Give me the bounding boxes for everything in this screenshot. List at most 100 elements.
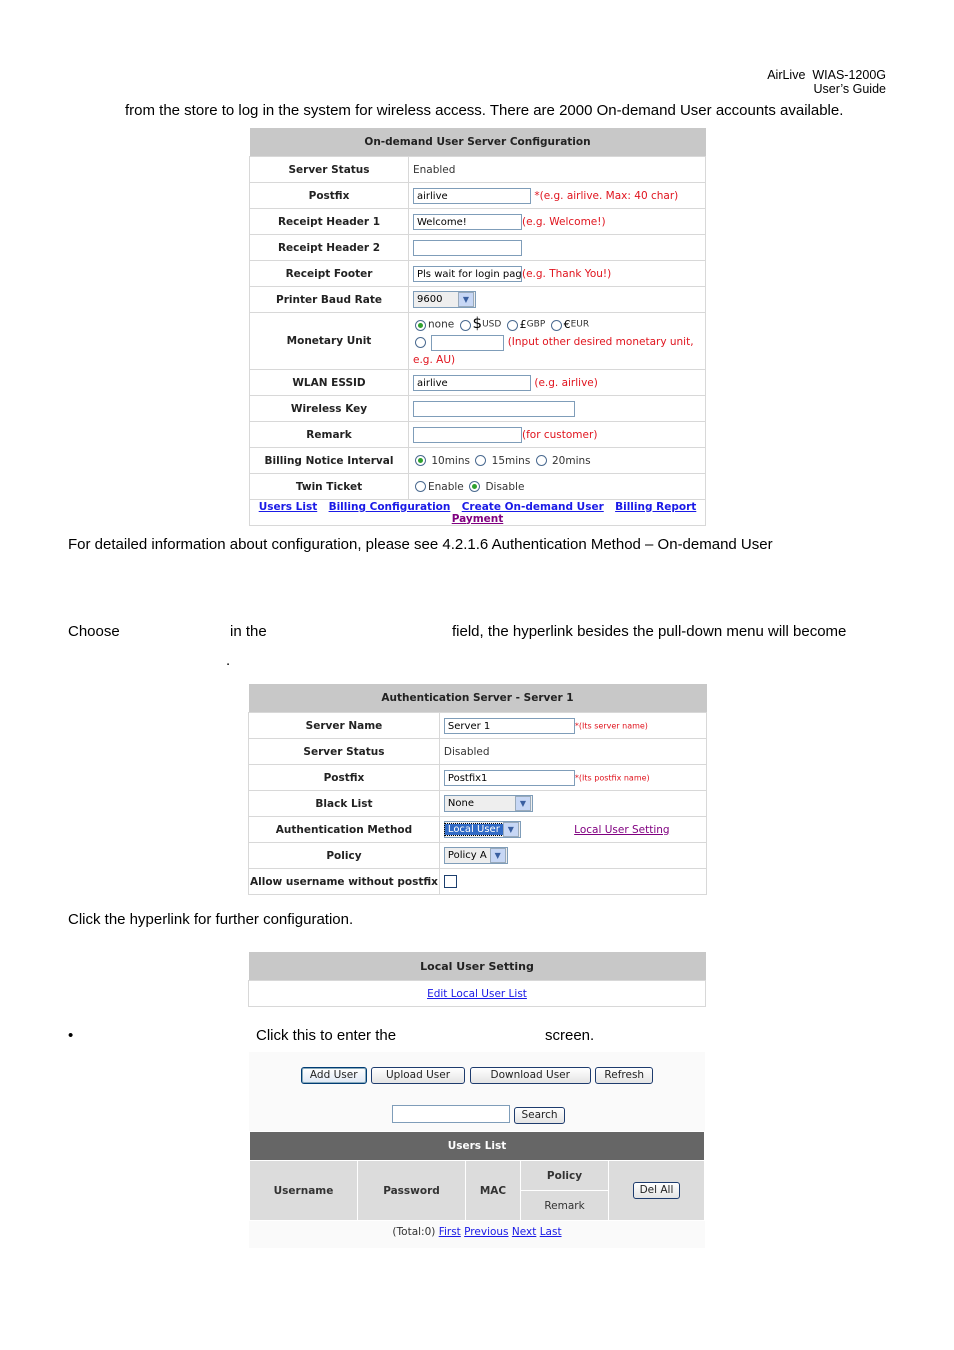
choose-text-3: field, the hyperlink besides the pull-do…: [452, 623, 847, 640]
wireless-key-input[interactable]: [413, 400, 575, 417]
billing-15-radio[interactable]: [475, 455, 487, 466]
monetary-none-radio[interactable]: [415, 319, 426, 331]
allow-without-postfix-checkbox[interactable]: [443, 875, 457, 888]
billing-10-radio[interactable]: [415, 455, 426, 466]
guide-name: User’s Guide: [813, 82, 887, 96]
twin-ticket-label: Twin Ticket: [249, 473, 409, 500]
server-name-label: Server Name: [248, 712, 440, 739]
monetary-unit-label: Monetary Unit: [249, 312, 409, 370]
users-list-title: Users List: [249, 1131, 705, 1161]
monetary-gbp-label: GBP: [526, 319, 546, 330]
choose-text-1: Choose: [68, 623, 120, 640]
receipt-header2-label: Receipt Header 2: [249, 234, 409, 261]
pager: (Total:0) First Previous Next Last: [249, 1226, 705, 1238]
policy-select[interactable]: Policy A ▼: [443, 847, 508, 864]
bullet-text-1: Click this to enter the: [256, 1027, 397, 1044]
wireless-key-label: Wireless Key: [249, 395, 409, 422]
product-name: AirLive WIAS-1200G: [767, 68, 886, 82]
users-list-screen: Add User Upload User Download User Refre…: [249, 1052, 705, 1248]
remark-input[interactable]: [413, 426, 522, 443]
col-password: Password: [357, 1160, 466, 1221]
upload-user-button[interactable]: Upload User: [370, 1067, 466, 1084]
payment-link[interactable]: Payment: [452, 513, 504, 525]
col-remark: Remark: [520, 1190, 609, 1221]
monetary-eur-radio[interactable]: [550, 319, 562, 331]
chevron-down-icon: ▼: [502, 822, 519, 837]
baud-rate-label: Printer Baud Rate: [249, 286, 409, 313]
postfix-hint: *(e.g. airlive. Max: 40 char): [534, 189, 679, 202]
receipt-footer-hint: (e.g. Thank You!): [522, 267, 612, 280]
ondemand-config-table: On-demand User Server Configuration Serv…: [249, 128, 706, 526]
black-list-label: Black List: [248, 790, 440, 817]
billing-interval-label: Billing Notice Interval: [249, 447, 409, 474]
receipt-footer-label: Receipt Footer: [249, 260, 409, 287]
baud-rate-value: 9600: [417, 294, 443, 305]
create-ondemand-user-link[interactable]: Create On-demand User: [462, 501, 604, 513]
auth-method-value: Local User: [443, 823, 504, 836]
monetary-other-radio[interactable]: [415, 337, 426, 348]
ondemand-links: Users List Billing Configuration Create …: [249, 499, 706, 526]
monetary-gbp-radio[interactable]: [506, 319, 518, 331]
auth-method-select[interactable]: Local User ▼: [443, 821, 521, 838]
server-status-value: Enabled: [413, 163, 456, 176]
users-list-link[interactable]: Users List: [259, 501, 318, 513]
auth-postfix-label: Postfix: [248, 764, 440, 791]
refresh-button[interactable]: Refresh: [595, 1067, 654, 1084]
remark-hint: (for customer): [522, 428, 598, 441]
twin-disable-radio[interactable]: [469, 481, 481, 492]
monetary-other-input[interactable]: [431, 334, 505, 351]
auth-postfix-input[interactable]: Postfix1: [443, 769, 575, 786]
essid-input[interactable]: airlive: [413, 374, 531, 391]
del-all-button[interactable]: Del All: [632, 1182, 681, 1199]
intro-text: from the store to log in the system for …: [125, 102, 844, 119]
monetary-usd-label: USD: [482, 319, 502, 330]
pager-previous-link[interactable]: Previous: [464, 1226, 508, 1238]
twin-enable-label: Enable: [428, 480, 464, 493]
black-list-value: None: [447, 798, 475, 809]
bullet-text-2: screen.: [545, 1027, 595, 1044]
postfix-label: Postfix: [249, 182, 409, 209]
receipt-header1-label: Receipt Header 1: [249, 208, 409, 235]
pager-last-link[interactable]: Last: [540, 1226, 562, 1238]
auth-postfix-hint: *(Its postfix name): [574, 773, 650, 782]
billing-report-link[interactable]: Billing Report: [615, 501, 696, 513]
server-name-input[interactable]: Server 1: [443, 717, 575, 734]
bullet-icon: •: [68, 1027, 74, 1044]
detail-text: For detailed information about configura…: [68, 536, 773, 553]
auth-server-table: Authentication Server - Server 1 Server …: [248, 684, 708, 895]
monetary-usd-radio[interactable]: [459, 319, 471, 331]
euro-icon: €: [563, 318, 571, 331]
pager-first-link[interactable]: First: [439, 1226, 461, 1238]
black-list-select[interactable]: None ▼: [443, 795, 533, 812]
baud-rate-select[interactable]: 9600 ▼: [413, 291, 476, 308]
policy-label: Policy: [248, 842, 440, 869]
users-toolbar: Add User Upload User Download User Refre…: [249, 1065, 705, 1084]
receipt-header1-hint: (e.g. Welcome!): [522, 215, 606, 228]
billing-15-label: 15mins: [491, 454, 531, 467]
doc-header: AirLive WIAS-1200G User’s Guide: [767, 68, 886, 96]
search-input[interactable]: [392, 1105, 510, 1123]
auth-server-status-value: Disabled: [443, 745, 490, 758]
pager-next-link[interactable]: Next: [512, 1226, 536, 1238]
auth-method-label: Authentication Method: [248, 816, 440, 843]
policy-value: Policy A: [447, 850, 487, 861]
billing-20-label: 20mins: [552, 454, 591, 467]
postfix-input[interactable]: airlive: [413, 187, 531, 204]
billing-config-link[interactable]: Billing Configuration: [329, 501, 451, 513]
server-name-hint: *(Its server name): [574, 721, 648, 730]
edit-local-user-list-link[interactable]: Edit Local User List: [427, 988, 527, 1000]
receipt-header1-input[interactable]: Welcome!: [413, 213, 522, 230]
download-user-button[interactable]: Download User: [469, 1067, 591, 1084]
local-user-setting-link[interactable]: Local User Setting: [574, 824, 669, 836]
dollar-icon: $: [472, 314, 483, 332]
twin-enable-radio[interactable]: [415, 481, 426, 492]
receipt-header2-input[interactable]: [413, 239, 522, 256]
add-user-button[interactable]: Add User: [300, 1067, 367, 1084]
search-button[interactable]: Search: [514, 1107, 565, 1125]
search-bar: Search: [392, 1105, 565, 1125]
receipt-footer-input[interactable]: Pls wait for login page: [413, 265, 522, 282]
billing-20-radio[interactable]: [535, 455, 547, 466]
monetary-none-label: none: [428, 318, 455, 331]
remark-label: Remark: [249, 421, 409, 448]
billing-10-label: 10mins: [431, 454, 470, 467]
